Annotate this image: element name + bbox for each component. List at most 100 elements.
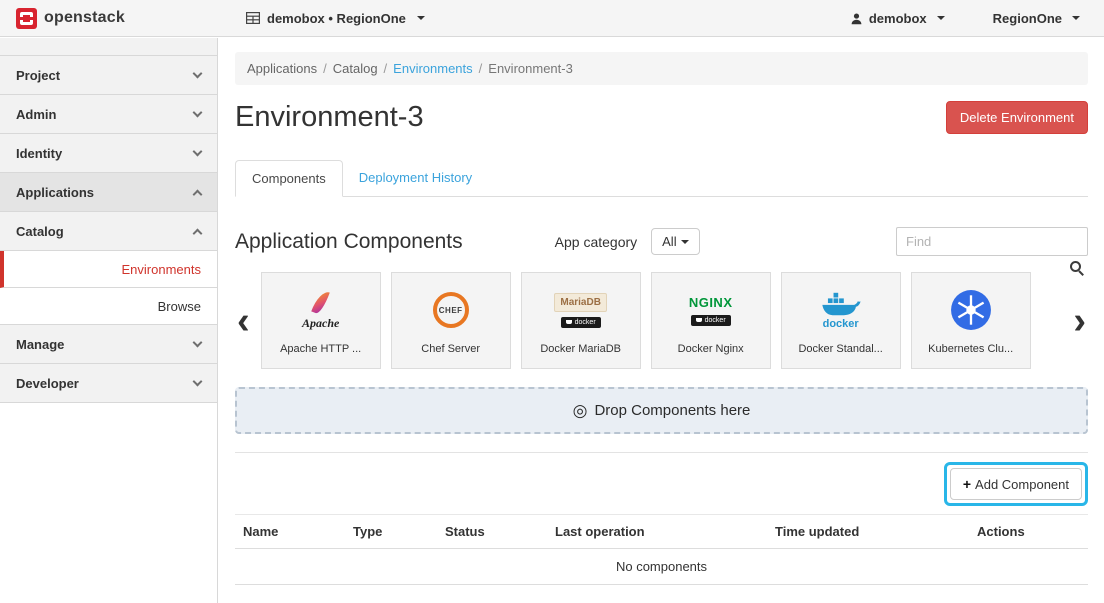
sidebar-item-browse[interactable]: Browse (0, 288, 217, 325)
docker-whale-icon (566, 320, 572, 324)
context-label: demobox • RegionOne (267, 11, 406, 26)
tab-bar: Components Deployment History (235, 160, 1088, 197)
docker-badge-icon: docker (691, 315, 731, 326)
sidebar: Project Admin Identity Applications Cata… (0, 38, 218, 603)
sidebar-item-applications[interactable]: Applications (0, 173, 217, 212)
user-menu-label: demobox (869, 11, 927, 26)
sidebar-item-identity[interactable]: Identity (0, 134, 217, 173)
user-menu-dropdown[interactable]: demobox (850, 11, 945, 26)
component-cards: Apache Apache HTTP ... CHEF Chef Server … (261, 272, 1063, 369)
docker-icon: docker (819, 286, 863, 334)
sidebar-item-label: Browse (158, 299, 201, 314)
dropzone-label: Drop Components here (594, 402, 750, 419)
sidebar-item-label: Applications (16, 185, 94, 200)
component-card-label: Chef Server (421, 343, 480, 355)
topbar-right: demobox RegionOne (850, 11, 1088, 26)
tab-components[interactable]: Components (235, 160, 343, 197)
table-header-last-operation: Last operation (547, 515, 767, 549)
sidebar-item-label: Manage (16, 337, 64, 352)
plus-icon (963, 476, 971, 492)
sidebar-item-developer[interactable]: Developer (0, 364, 217, 403)
add-component-button[interactable]: Add Component (950, 468, 1082, 500)
chef-icon: CHEF (433, 286, 469, 334)
component-card-mariadb[interactable]: MariaDB docker Docker MariaDB (521, 272, 641, 369)
nginx-icon: NGINX docker (689, 286, 733, 334)
kubernetes-icon (950, 286, 992, 334)
components-table: Name Type Status Last operation Time upd… (235, 514, 1088, 585)
tab-deployment-history[interactable]: Deployment History (343, 160, 488, 196)
table-header-status: Status (437, 515, 547, 549)
search-input[interactable] (896, 227, 1088, 256)
search-wrap (896, 227, 1088, 256)
sidebar-item-label: Catalog (16, 224, 64, 239)
delete-environment-button[interactable]: Delete Environment (946, 101, 1088, 134)
sidebar-item-label: Project (16, 68, 60, 83)
search-icon[interactable] (1070, 261, 1084, 275)
table-grid-icon (246, 12, 260, 24)
main-content: Applications/Catalog/Environments/Enviro… (219, 38, 1104, 603)
component-card-label: Docker Standal... (798, 343, 882, 355)
region-menu-label: RegionOne (993, 11, 1062, 26)
component-card-label: Kubernetes Clu... (928, 343, 1013, 355)
openstack-logo-icon (16, 8, 37, 29)
component-card-chef[interactable]: CHEF Chef Server (391, 272, 511, 369)
mariadb-icon: MariaDB docker (554, 286, 607, 334)
sidebar-item-label: Admin (16, 107, 56, 122)
context-switcher-dropdown[interactable]: demobox • RegionOne (246, 11, 425, 26)
chevron-down-icon (193, 377, 203, 387)
user-icon (850, 12, 863, 25)
apache-feather-icon (311, 288, 330, 314)
caret-down-icon (417, 16, 425, 20)
breadcrumb-link-environments[interactable]: Environments (393, 61, 472, 76)
chevron-down-icon (193, 108, 203, 118)
sidebar-item-catalog[interactable]: Catalog (0, 212, 217, 251)
brand-text: openstack (44, 9, 125, 27)
openstack-brand[interactable]: openstack (16, 8, 222, 29)
chevron-down-icon (193, 147, 203, 157)
component-card-label: Docker Nginx (678, 343, 744, 355)
sidebar-item-project[interactable]: Project (0, 56, 217, 95)
add-component-row: Add Component (235, 462, 1088, 506)
table-header-type: Type (345, 515, 437, 549)
component-card-docker[interactable]: docker Docker Standal... (781, 272, 901, 369)
sidebar-item-environments[interactable]: Environments (0, 251, 217, 288)
sidebar-partial-item (0, 38, 217, 56)
breadcrumb: Applications/Catalog/Environments/Enviro… (235, 52, 1088, 85)
drop-components-zone[interactable]: Drop Components here (235, 387, 1088, 434)
focus-highlight: Add Component (944, 462, 1088, 506)
app-category-value: All (662, 234, 676, 249)
app-category-dropdown[interactable]: All (651, 228, 699, 255)
component-card-kubernetes[interactable]: Kubernetes Clu... (911, 272, 1031, 369)
carousel-prev-button[interactable] (235, 302, 252, 340)
component-card-label: Apache HTTP ... (280, 343, 361, 355)
table-header-actions: Actions (969, 515, 1088, 549)
chevron-up-icon (193, 189, 203, 199)
page-header: Environment-3 Delete Environment (235, 101, 1088, 134)
app-category-label: App category (555, 234, 638, 250)
sidebar-item-manage[interactable]: Manage (0, 325, 217, 364)
topbar: openstack demobox • RegionOne demobox Re… (0, 0, 1104, 37)
region-menu-dropdown[interactable]: RegionOne (993, 11, 1080, 26)
components-heading: Application Components (235, 230, 463, 254)
table-header-name: Name (235, 515, 345, 549)
docker-whale-icon (696, 318, 702, 322)
chevron-down-icon (193, 338, 203, 348)
kubernetes-wheel-icon (950, 289, 992, 331)
components-toolbar: Application Components App category All (235, 227, 1088, 256)
component-card-nginx[interactable]: NGINX docker Docker Nginx (651, 272, 771, 369)
table-header-time-updated: Time updated (767, 515, 969, 549)
caret-down-icon (681, 240, 689, 244)
chevron-down-icon (193, 69, 203, 79)
sidebar-item-admin[interactable]: Admin (0, 95, 217, 134)
docker-badge-icon: docker (561, 317, 601, 328)
carousel-next-button[interactable] (1071, 302, 1088, 340)
docker-whale-icon (819, 290, 863, 318)
caret-down-icon (1072, 16, 1080, 20)
table-header-row: Name Type Status Last operation Time upd… (235, 515, 1088, 549)
component-card-apache[interactable]: Apache Apache HTTP ... (261, 272, 381, 369)
breadcrumb-item: Catalog (333, 61, 378, 76)
sidebar-item-label: Developer (16, 376, 79, 391)
breadcrumb-item: Applications (247, 61, 317, 76)
target-icon (573, 401, 588, 421)
sidebar-item-label: Identity (16, 146, 62, 161)
